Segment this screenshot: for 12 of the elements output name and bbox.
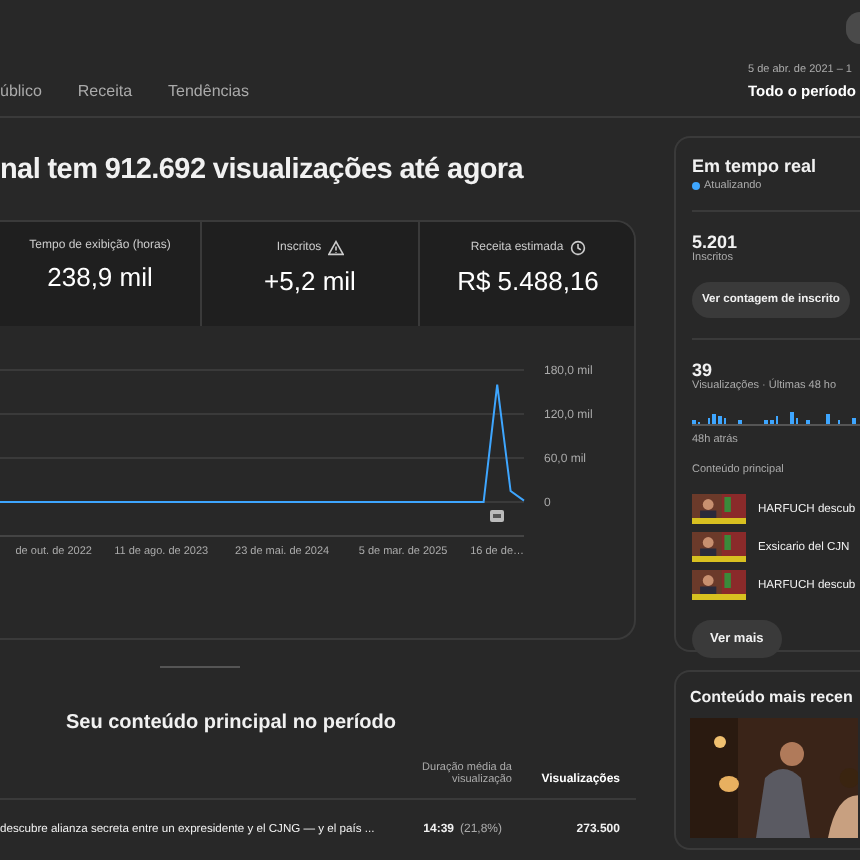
metric-value: R$ 5.488,16 [457,266,599,296]
view-count: 39 [692,360,715,380]
subscriber-count: 5.201 [692,232,740,252]
section-title: Seu conteúdo principal no período [66,712,399,734]
tab[interactable]: Tendências [168,82,250,100]
tab[interactable]: Receita [77,82,133,100]
tab[interactable]: úblico [0,82,42,100]
card-title: Em tempo real [692,156,819,176]
card-title: Conteúdo mais recen [690,688,855,706]
metric-value: +5,2 mil [264,266,356,296]
page-heading: nal tem 912.692 visualizações até agora [0,154,526,190]
metric-value: 238,9 mil [47,262,153,292]
